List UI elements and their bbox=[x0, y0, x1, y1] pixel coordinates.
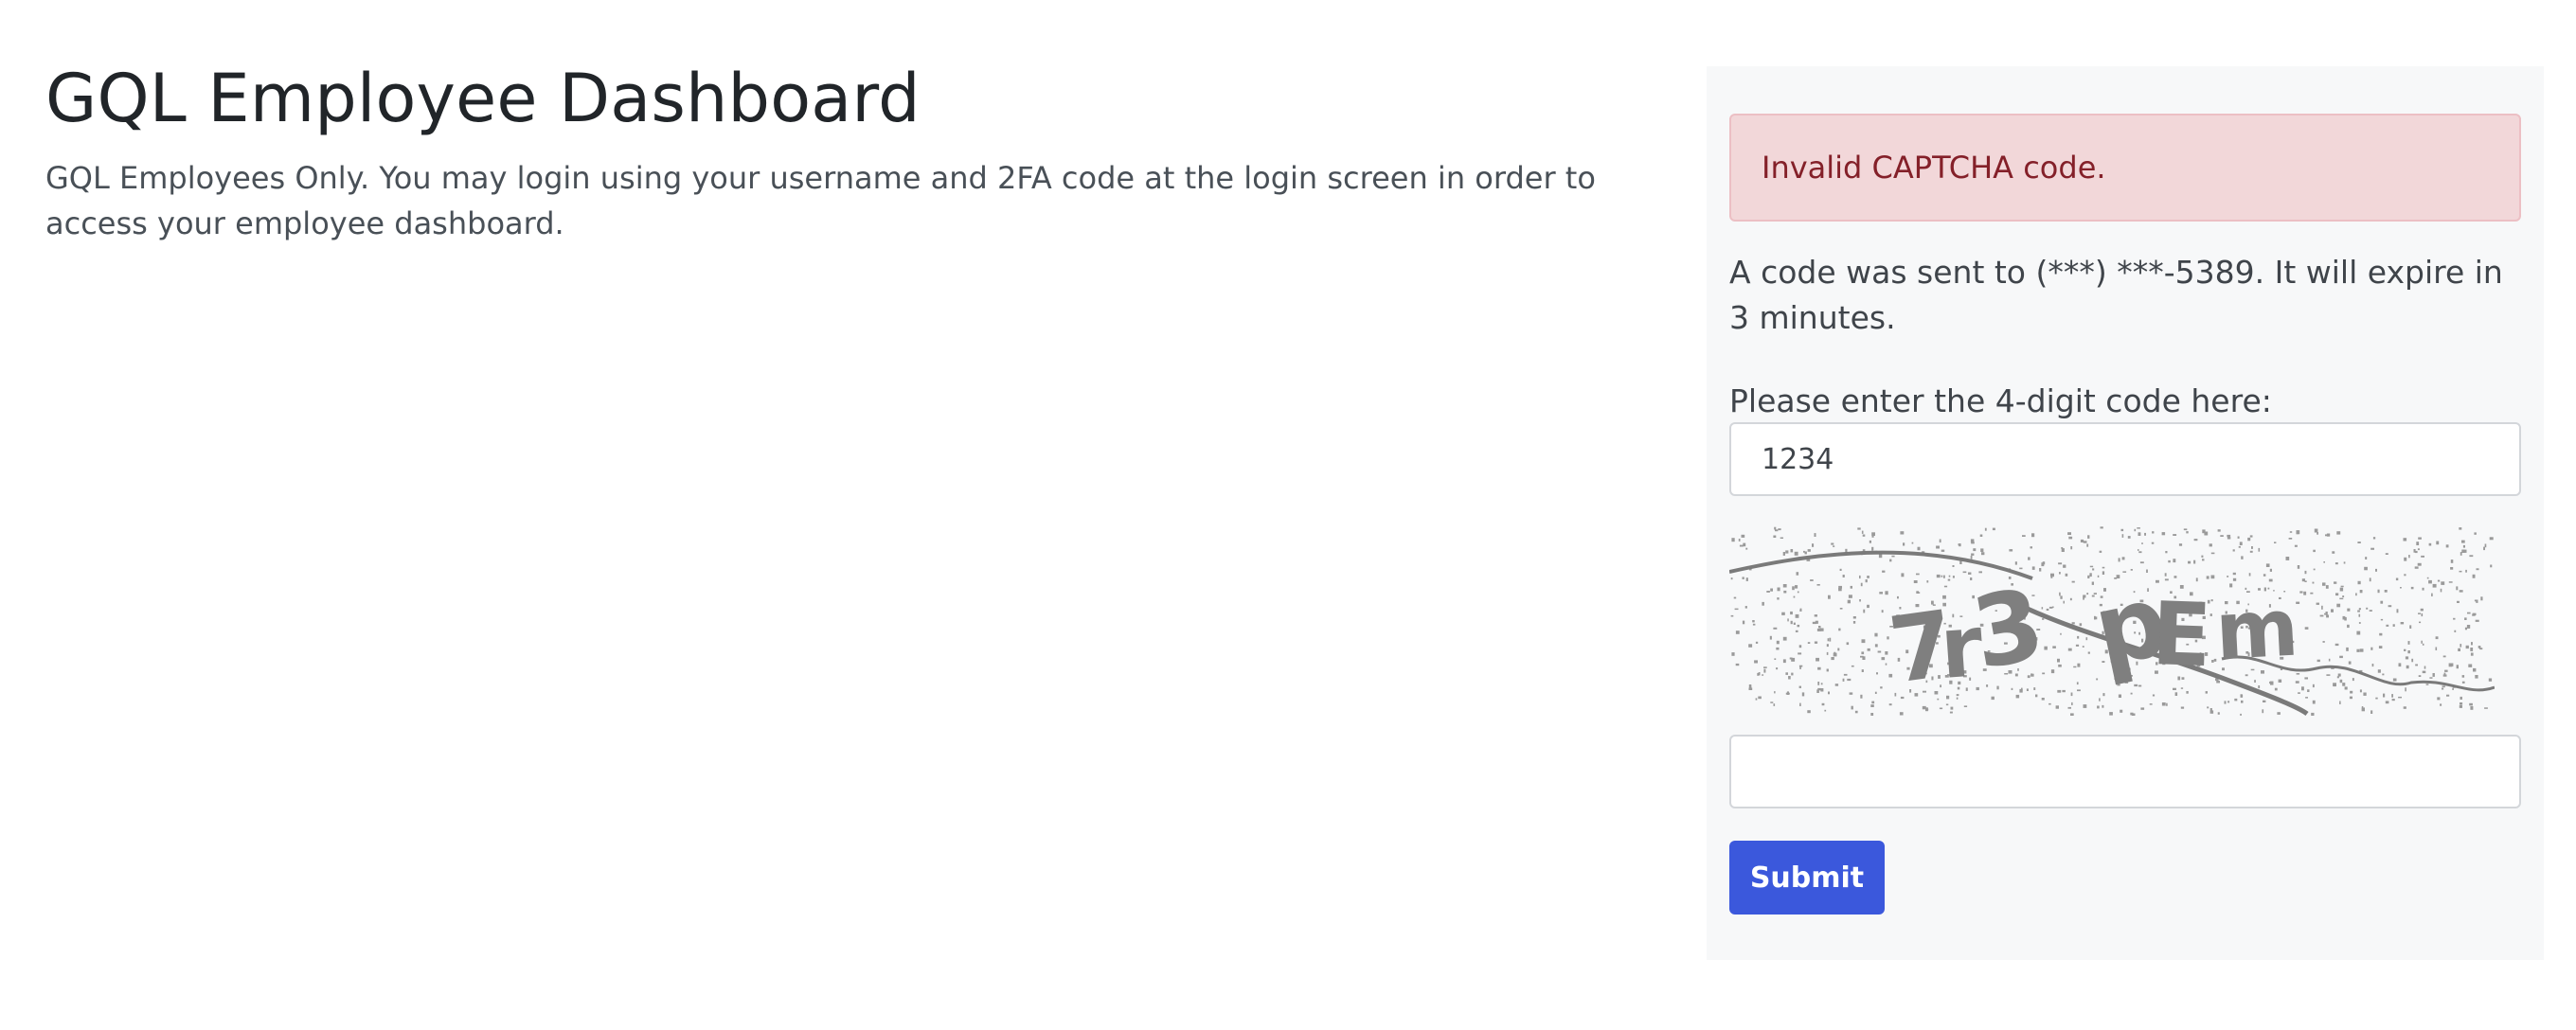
page: GQL Employee Dashboard GQL Employees Onl… bbox=[0, 0, 2576, 1030]
code-label: Please enter the 4-digit code here: bbox=[1729, 382, 2272, 419]
error-alert: Invalid CAPTCHA code. bbox=[1729, 114, 2521, 222]
login-panel: Invalid CAPTCHA code. A code was sent to… bbox=[1707, 66, 2544, 960]
page-title: GQL Employee Dashboard bbox=[45, 60, 921, 137]
svg-text:E: E bbox=[2150, 583, 2213, 686]
code-sent-message: A code was sent to (***) ***-5389. It wi… bbox=[1729, 254, 2503, 336]
submit-button[interactable]: Submit bbox=[1729, 841, 1885, 915]
svg-text:m: m bbox=[2213, 581, 2301, 678]
intro-section: GQL Employee Dashboard GQL Employees Onl… bbox=[45, 59, 1655, 246]
captcha-input[interactable] bbox=[1729, 735, 2521, 808]
code-input[interactable] bbox=[1729, 422, 2521, 496]
captcha-image: 7 r 3 p E m bbox=[1729, 526, 2495, 716]
intro-description: GQL Employees Only. You may login using … bbox=[45, 160, 1596, 241]
